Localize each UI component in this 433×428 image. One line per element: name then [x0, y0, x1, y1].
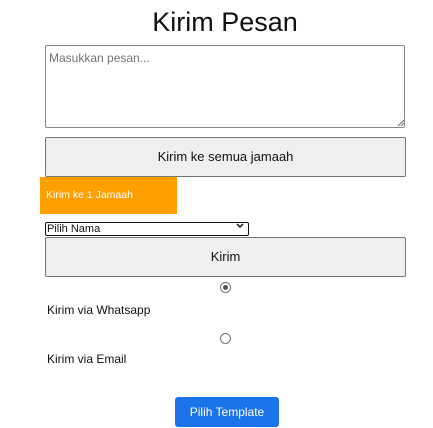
send-to-one-tab[interactable]: Kirim ke 1 Jamaah	[40, 177, 177, 214]
email-radio[interactable]	[220, 333, 231, 344]
recipient-select-wrapper: Pilih Nama	[45, 219, 249, 236]
recipient-select[interactable]: Pilih Nama	[45, 222, 249, 236]
page-title: Kirim Pesan	[152, 7, 298, 37]
whatsapp-radio-label: Kirim via Whatsapp	[47, 303, 151, 317]
whatsapp-radio[interactable]	[220, 282, 231, 293]
send-button[interactable]: Kirim	[45, 237, 406, 277]
message-textarea[interactable]	[45, 45, 405, 128]
pick-template-button[interactable]: Pilih Template	[175, 397, 279, 427]
send-to-all-button[interactable]: Kirim ke semua jamaah	[45, 137, 406, 177]
email-radio-label: Kirim via Email	[47, 352, 127, 366]
